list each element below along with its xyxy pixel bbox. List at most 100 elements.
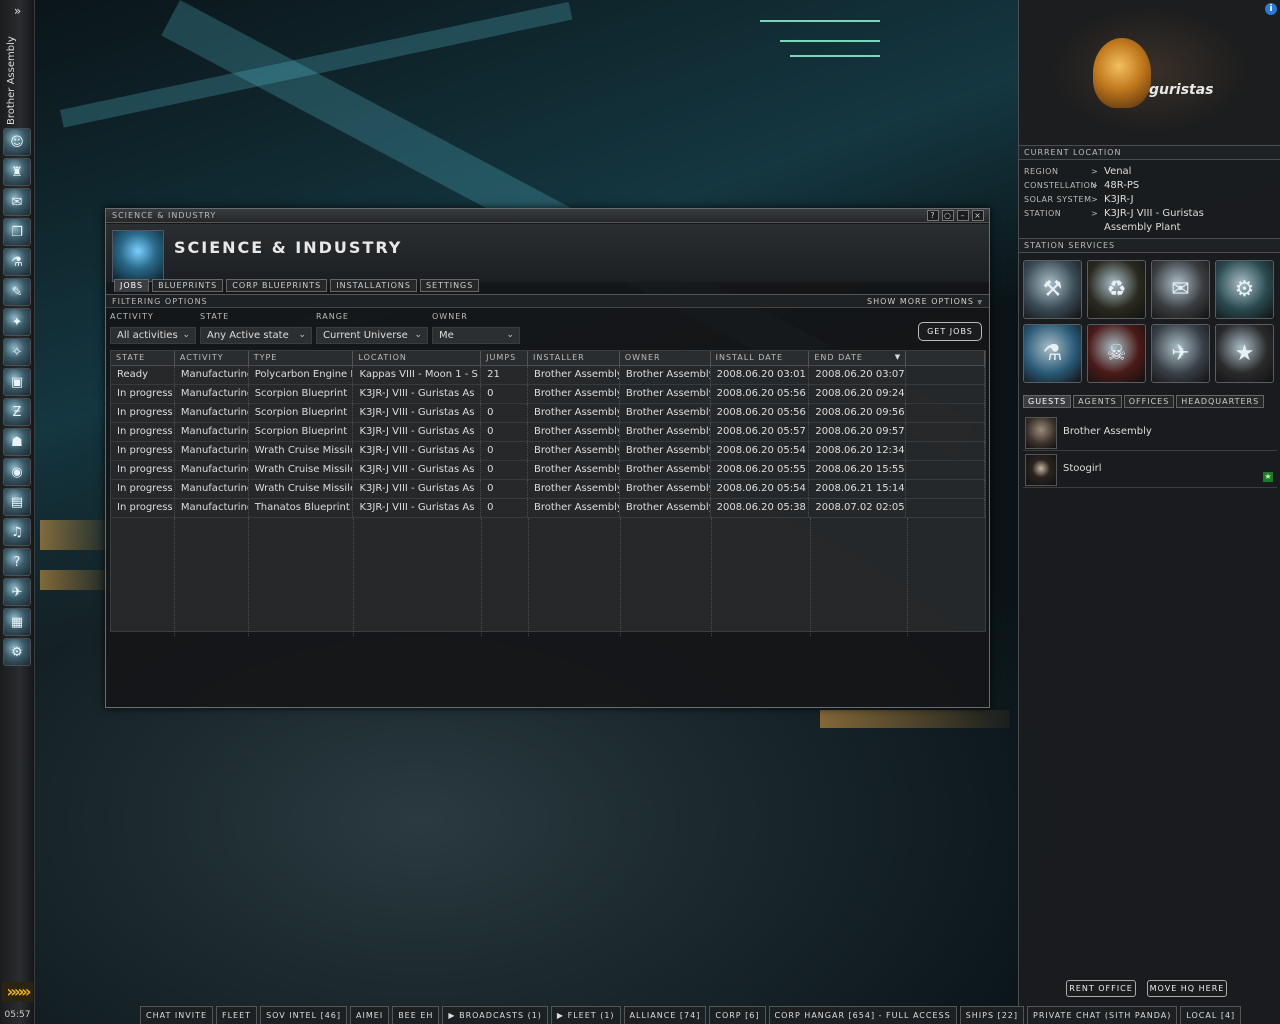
close-button[interactable]: × [972,210,984,221]
table-row[interactable]: In progress Manufacturing Wrath Cruise Mis… [111,480,985,499]
table-row[interactable]: In progress Manufacturing Scorpion Bluepri… [111,404,985,423]
guest-row[interactable]: Stoogirl ★ [1023,452,1277,488]
chat-tab[interactable]: Private Chat (Sith Panda) [1027,1006,1178,1024]
station-lights [790,55,880,57]
window-titlebar[interactable]: Science & Industry ? ○ – × [106,209,989,223]
hangar-lights [40,520,110,550]
table-cell: Wrath Cruise Missile [249,480,354,498]
state-select[interactable]: Any Active state ⌄ [200,327,312,344]
tab-settings[interactable]: Settings [419,279,480,292]
pin-button[interactable]: ○ [942,210,954,221]
chat-tab[interactable]: ▶ Fleet (1) [550,1006,621,1024]
table-row[interactable]: In progress Manufacturing Scorpion Bluepri… [111,423,985,442]
table-row[interactable]: Ready Manufacturing Polycarbon Engine H Kap… [111,366,985,385]
bounty-office-icon[interactable]: ☠ [1087,324,1146,383]
table-cell: Scorpion Blueprint [249,423,354,441]
chat-tab[interactable]: Corp Hangar [654] - Full Access [768,1006,957,1024]
move-hq-button[interactable]: Move HQ Here [1147,980,1227,997]
location-value[interactable]: Venal [1104,166,1131,177]
tab-offices[interactable]: Offices [1123,395,1175,408]
chat-tab[interactable]: Aimei [350,1006,390,1024]
hangar-lights [40,570,110,590]
notepad-icon[interactable]: ✎ [3,278,31,306]
owner-select[interactable]: Me ⌄ [432,327,520,344]
tab-guests[interactable]: Guests [1023,395,1072,408]
info-icon[interactable]: i [1265,3,1277,15]
tab-agents[interactable]: Agents [1073,395,1122,408]
location-value[interactable]: 48R-PS [1104,180,1139,191]
repair-shop-icon[interactable]: ⚒ [1023,260,1082,319]
station-lights [780,40,880,42]
ships-icon[interactable]: ✈ [3,578,31,606]
audio-icon[interactable]: ♫ [3,518,31,546]
column-install-date[interactable]: Install Date [711,351,810,365]
help-icon[interactable]: ? [3,548,31,576]
market-icon[interactable]: ✉ [1151,260,1210,319]
column-owner[interactable]: Owner [620,351,711,365]
contracts-icon[interactable]: ▤ [3,488,31,516]
avatar [1025,417,1057,449]
column-type[interactable]: Type [249,351,354,365]
character-sheet-icon[interactable]: ♜ [3,158,31,186]
table-cell: 2008.06.20 09:24 [809,385,907,403]
chevron-down-icon: ⌄ [298,330,306,340]
corporation-icon[interactable]: Ƶ [3,398,31,426]
table-row[interactable]: In progress Manufacturing Scorpion Bluepri… [111,385,985,404]
market-icon[interactable]: ◉ [3,458,31,486]
chat-tab[interactable]: Fleet [216,1006,258,1024]
chat-tab[interactable]: Chat Invite [140,1006,213,1024]
chat-tab[interactable]: Alliance [74] [623,1006,707,1024]
chat-tab[interactable]: Sov Intel [46] [260,1006,348,1024]
fitting-icon[interactable]: ⚙ [1215,260,1274,319]
people-places-icon[interactable]: ☗ [3,428,31,456]
table-row[interactable]: In progress Manufacturing Wrath Cruise Mis… [111,442,985,461]
location-value[interactable]: K3JR-J [1104,194,1134,205]
show-more-options-link[interactable]: Show More Options ⩔ [867,297,983,307]
autopilot-indicator[interactable]: »»» [2,982,33,1002]
column-jumps[interactable]: Jumps [481,351,529,365]
cargo-icon[interactable]: ▣ [3,368,31,396]
tab-corp-blueprints[interactable]: Corp Blueprints [226,279,328,292]
table-row[interactable]: In progress Manufacturing Wrath Cruise Mis… [111,461,985,480]
medal-icon[interactable]: ★ [1215,324,1274,383]
tab-blueprints[interactable]: Blueprints [152,279,224,292]
column-location[interactable]: Location [353,351,482,365]
empty-cell [621,518,712,636]
get-jobs-button[interactable]: Get Jobs [918,322,982,341]
mail-icon[interactable]: ✉ [3,188,31,216]
column-activity[interactable]: Activity [175,351,249,365]
portrait-icon[interactable]: ☺ [3,128,31,156]
tab-jobs[interactable]: Jobs [114,279,150,292]
table-cell: Wrath Cruise Missile [249,461,354,479]
location-value[interactable]: K3JR-J VIII - Guristas [1104,208,1204,219]
neocom-expand-button[interactable]: » [0,4,35,24]
table-cell: In progress [111,404,175,422]
column-state[interactable]: State [111,351,175,365]
chat-tab[interactable]: Corp [6] [709,1006,766,1024]
minimize-button[interactable]: – [957,210,969,221]
chat-tab[interactable]: Bee eh [392,1006,440,1024]
chat-tab[interactable]: Ships [22] [959,1006,1024,1024]
fitting-icon[interactable]: ⚙ [3,638,31,666]
help-button[interactable]: ? [927,210,939,221]
science-industry-icon[interactable]: ⚗ [3,248,31,276]
chat-tab[interactable]: ▶ Broadcasts (1) [442,1006,548,1024]
column-end-date[interactable]: End Date ▼ [809,351,907,365]
journal-icon[interactable]: ❐ [3,218,31,246]
reprocessing-icon[interactable]: ♻ [1087,260,1146,319]
chat-tab[interactable]: Local [4] [1180,1006,1242,1024]
tab-headquarters[interactable]: Headquarters [1176,395,1265,408]
starmap-icon[interactable]: ✧ [3,338,31,366]
map-icon[interactable]: ✦ [3,308,31,336]
range-select[interactable]: Current Universe ⌄ [316,327,428,344]
activity-select[interactable]: All activities ⌄ [110,327,196,344]
items-icon[interactable]: ▦ [3,608,31,636]
guest-row[interactable]: Brother Assembly [1023,415,1277,451]
clone-bay-icon[interactable]: ✈ [1151,324,1210,383]
column-installer[interactable]: Installer [528,351,620,365]
tab-installations[interactable]: Installations [330,279,417,292]
science-industry-icon[interactable]: ⚗ [1023,324,1082,383]
table-row[interactable]: In progress Manufacturing Thanatos Bluepri… [111,499,985,518]
rent-office-button[interactable]: Rent Office [1066,980,1136,997]
table-cell: Brother Assembly [528,385,620,403]
